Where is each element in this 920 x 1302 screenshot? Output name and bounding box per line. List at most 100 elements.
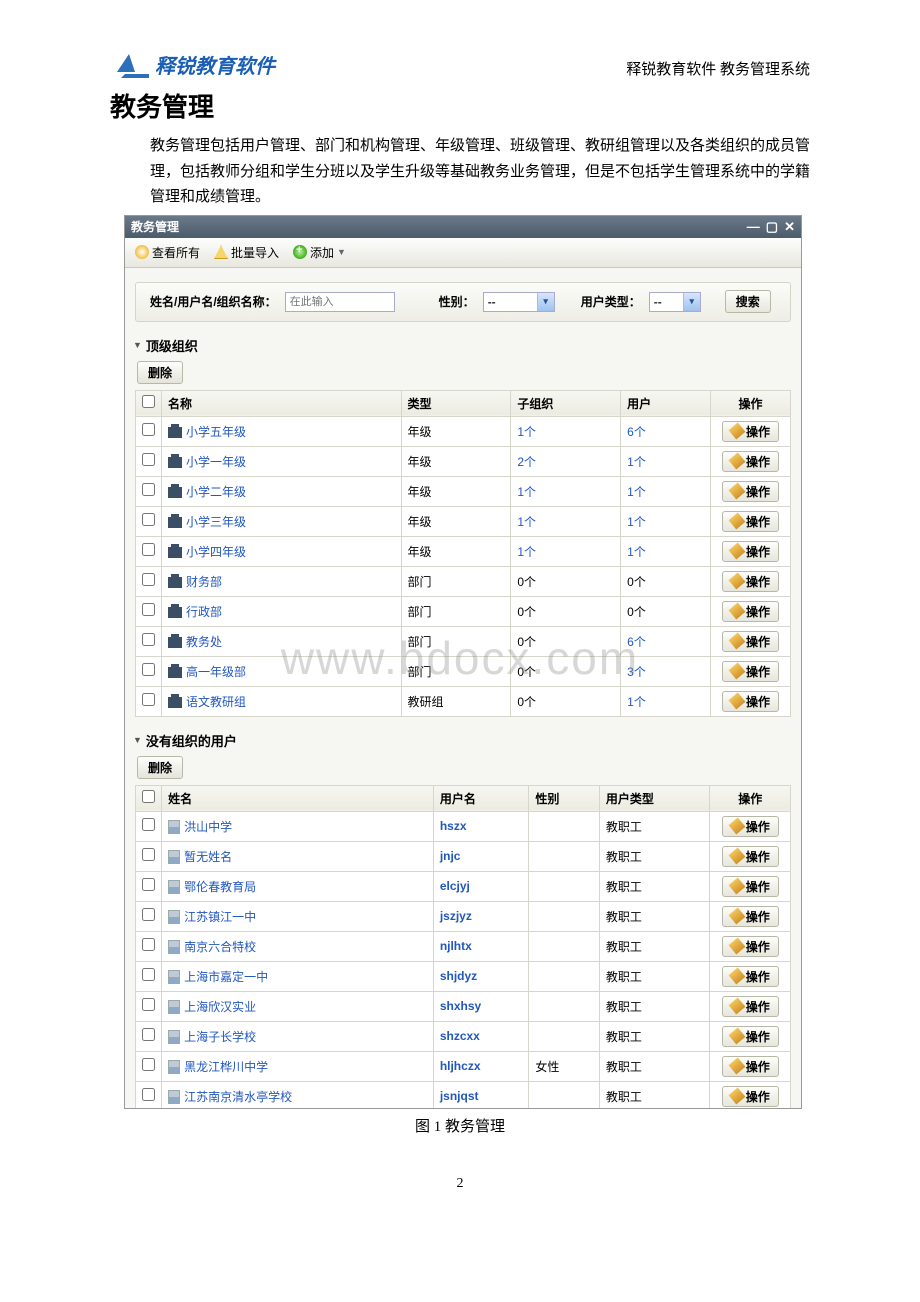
user-name-cell[interactable]: 鄂伦春教育局: [162, 871, 434, 901]
row-action-button[interactable]: 操作: [722, 936, 779, 957]
select-all-orgs[interactable]: [136, 390, 162, 416]
row-action-button[interactable]: 操作: [722, 1056, 779, 1077]
sub-org-cell[interactable]: 1个: [511, 476, 621, 506]
usertype-select[interactable]: -- ▾: [649, 292, 701, 312]
user-count-cell[interactable]: 6个: [621, 416, 711, 446]
row-action-button[interactable]: 操作: [722, 966, 779, 987]
row-action-button[interactable]: 操作: [722, 846, 779, 867]
user-name-cell[interactable]: 江苏镇江一中: [162, 901, 434, 931]
user-count-cell[interactable]: 3个: [621, 656, 711, 686]
org-name-cell[interactable]: 教务处: [162, 626, 402, 656]
org-name-cell[interactable]: 高一年级部: [162, 656, 402, 686]
org-name-cell[interactable]: 小学三年级: [162, 506, 402, 536]
row-checkbox[interactable]: [136, 871, 162, 901]
row-checkbox[interactable]: [136, 596, 162, 626]
row-checkbox[interactable]: [136, 536, 162, 566]
user-count-cell[interactable]: 1个: [621, 506, 711, 536]
row-action-button[interactable]: 操作: [722, 661, 779, 682]
row-action-button[interactable]: 操作: [722, 816, 779, 837]
row-checkbox[interactable]: [136, 961, 162, 991]
row-action-button[interactable]: 操作: [722, 571, 779, 592]
user-name-cell[interactable]: 上海子长学校: [162, 1021, 434, 1051]
row-checkbox[interactable]: [136, 416, 162, 446]
row-checkbox[interactable]: [136, 446, 162, 476]
username-cell[interactable]: njlhtx: [433, 931, 529, 961]
row-checkbox[interactable]: [136, 686, 162, 716]
row-checkbox[interactable]: [136, 931, 162, 961]
name-filter-input[interactable]: [285, 292, 395, 312]
row-action-button[interactable]: 操作: [722, 1086, 779, 1107]
username-cell[interactable]: shxhsy: [433, 991, 529, 1021]
search-button[interactable]: 搜索: [725, 290, 771, 313]
batch-import-button[interactable]: 批量导入: [214, 244, 279, 261]
user-count-cell[interactable]: 1个: [621, 476, 711, 506]
row-checkbox[interactable]: [136, 566, 162, 596]
row-checkbox[interactable]: [136, 1021, 162, 1051]
row-action-button[interactable]: 操作: [722, 1026, 779, 1047]
sub-org-cell[interactable]: 1个: [511, 536, 621, 566]
row-checkbox[interactable]: [136, 506, 162, 536]
sub-org-cell[interactable]: 1个: [511, 506, 621, 536]
org-name-cell[interactable]: 语文教研组: [162, 686, 402, 716]
user-name-cell[interactable]: 暂无姓名: [162, 841, 434, 871]
view-all-button[interactable]: 查看所有: [135, 244, 200, 261]
user-count-cell[interactable]: 1个: [621, 686, 711, 716]
org-name-cell[interactable]: 小学二年级: [162, 476, 402, 506]
row-checkbox[interactable]: [136, 841, 162, 871]
row-action-button[interactable]: 操作: [722, 541, 779, 562]
delete-users-button[interactable]: 删除: [137, 756, 183, 779]
minimize-icon[interactable]: —: [747, 219, 760, 235]
username-cell[interactable]: shzcxx: [433, 1021, 529, 1051]
delete-orgs-button[interactable]: 删除: [137, 361, 183, 384]
sub-org-cell[interactable]: 1个: [511, 416, 621, 446]
row-action-button[interactable]: 操作: [722, 631, 779, 652]
row-checkbox[interactable]: [136, 1051, 162, 1081]
row-checkbox[interactable]: [136, 626, 162, 656]
row-action-button[interactable]: 操作: [722, 601, 779, 622]
user-name-cell[interactable]: 洪山中学: [162, 811, 434, 841]
username-cell[interactable]: jnjc: [433, 841, 529, 871]
user-name-cell[interactable]: 黑龙江桦川中学: [162, 1051, 434, 1081]
user-name-cell[interactable]: 江苏南京清水亭学校: [162, 1081, 434, 1108]
close-icon[interactable]: ✕: [784, 219, 795, 235]
row-action-button[interactable]: 操作: [722, 421, 779, 442]
org-name-cell[interactable]: 小学五年级: [162, 416, 402, 446]
org-name-cell[interactable]: 小学一年级: [162, 446, 402, 476]
select-all-users[interactable]: [136, 785, 162, 811]
row-action-button[interactable]: 操作: [722, 691, 779, 712]
org-name-cell[interactable]: 财务部: [162, 566, 402, 596]
row-action-button[interactable]: 操作: [722, 451, 779, 472]
org-name-cell[interactable]: 行政部: [162, 596, 402, 626]
row-action-button[interactable]: 操作: [722, 481, 779, 502]
add-button[interactable]: 添加 ▼: [293, 244, 346, 261]
row-action-button[interactable]: 操作: [722, 996, 779, 1017]
user-name-cell[interactable]: 上海欣汉实业: [162, 991, 434, 1021]
user-count-cell[interactable]: 1个: [621, 536, 711, 566]
org-name-cell[interactable]: 小学四年级: [162, 536, 402, 566]
user-name-cell[interactable]: 南京六合特校: [162, 931, 434, 961]
user-count-cell[interactable]: 1个: [621, 446, 711, 476]
username-cell[interactable]: elcjyj: [433, 871, 529, 901]
sub-org-cell[interactable]: 2个: [511, 446, 621, 476]
row-checkbox[interactable]: [136, 991, 162, 1021]
row-action-button[interactable]: 操作: [722, 876, 779, 897]
username-cell[interactable]: jszjyz: [433, 901, 529, 931]
maximize-icon[interactable]: ▢: [766, 219, 778, 235]
row-action-button[interactable]: 操作: [722, 906, 779, 927]
username-cell[interactable]: hljhczx: [433, 1051, 529, 1081]
top-orgs-header[interactable]: ▼ 顶级组织: [125, 322, 801, 361]
no-org-users-header[interactable]: ▼ 没有组织的用户: [125, 717, 801, 756]
row-checkbox[interactable]: [136, 656, 162, 686]
gender-select[interactable]: -- ▾: [483, 292, 555, 312]
row-checkbox[interactable]: [136, 901, 162, 931]
username-cell[interactable]: jsnjqst: [433, 1081, 529, 1108]
user-count-cell[interactable]: 6个: [621, 626, 711, 656]
content-pane[interactable]: 查看所有 批量导入 添加 ▼ 姓名/用户名/组织名称： 性别： --: [125, 238, 801, 1108]
row-checkbox[interactable]: [136, 476, 162, 506]
row-action-button[interactable]: 操作: [722, 511, 779, 532]
username-cell[interactable]: shjdyz: [433, 961, 529, 991]
username-cell[interactable]: hszx: [433, 811, 529, 841]
row-checkbox[interactable]: [136, 1081, 162, 1108]
user-name-cell[interactable]: 上海市嘉定一中: [162, 961, 434, 991]
row-checkbox[interactable]: [136, 811, 162, 841]
